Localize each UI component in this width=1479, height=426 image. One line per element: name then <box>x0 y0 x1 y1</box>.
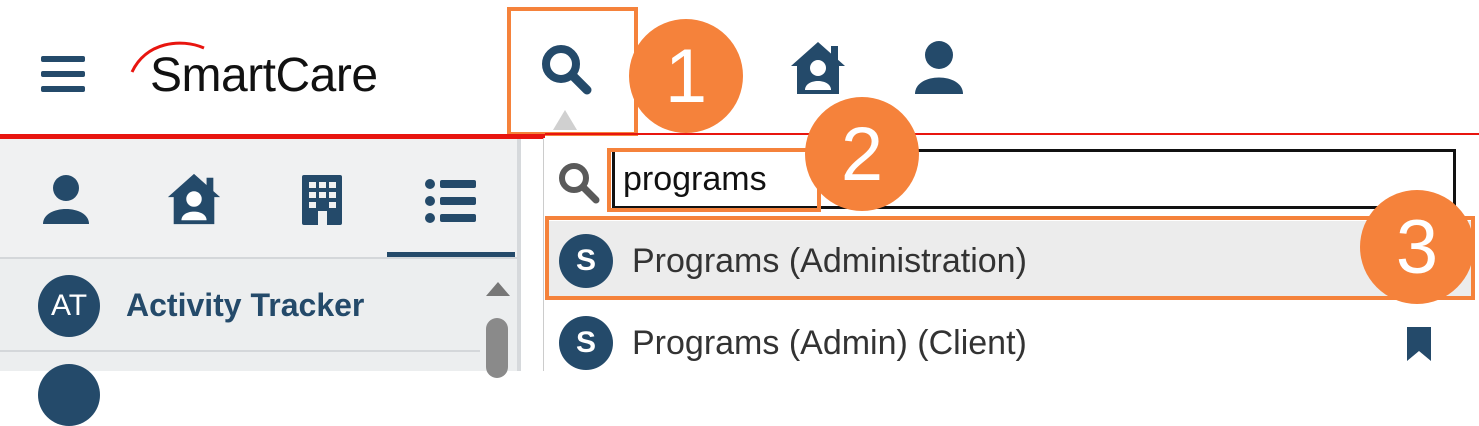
app-logo: SmartCare <box>150 49 378 102</box>
avatar: AT <box>38 275 100 337</box>
list-item-label: Activity Tracker <box>126 287 365 323</box>
tab-building-icon[interactable] <box>300 173 344 227</box>
list-divider <box>0 350 480 352</box>
search-result-programs-admin-client[interactable]: S Programs (Admin) (Client) <box>545 303 1475 381</box>
tab-home-user-icon[interactable] <box>164 170 224 228</box>
bookmark-icon[interactable] <box>1405 325 1433 363</box>
hamburger-icon[interactable] <box>41 56 85 92</box>
search-result-label: Programs (Admin) (Client) <box>632 324 1027 362</box>
tab-client-user-icon[interactable] <box>40 174 92 226</box>
home-user-icon[interactable] <box>787 38 849 98</box>
scroll-up-arrow-icon[interactable] <box>486 282 510 296</box>
screen-type-badge: S <box>559 316 613 370</box>
header-accent-line-right <box>545 133 1479 135</box>
callout-badge-2: 2 <box>805 97 919 211</box>
callout-badge-1: 1 <box>629 19 743 133</box>
avatar <box>38 364 100 426</box>
scrollbar-thumb[interactable] <box>486 318 508 378</box>
panel-splitter[interactable] <box>517 139 521 371</box>
callout-3-highlight <box>545 216 1475 300</box>
callout-badge-3: 3 <box>1360 190 1474 304</box>
tab-list-icon[interactable] <box>424 178 478 224</box>
search-icon[interactable] <box>537 40 597 100</box>
dropdown-caret <box>553 110 577 130</box>
callout-2-highlight <box>607 148 821 212</box>
list-item-activity-tracker[interactable]: AT Activity Tracker <box>0 259 480 351</box>
search-field-icon <box>556 160 602 206</box>
user-icon[interactable] <box>913 40 965 96</box>
